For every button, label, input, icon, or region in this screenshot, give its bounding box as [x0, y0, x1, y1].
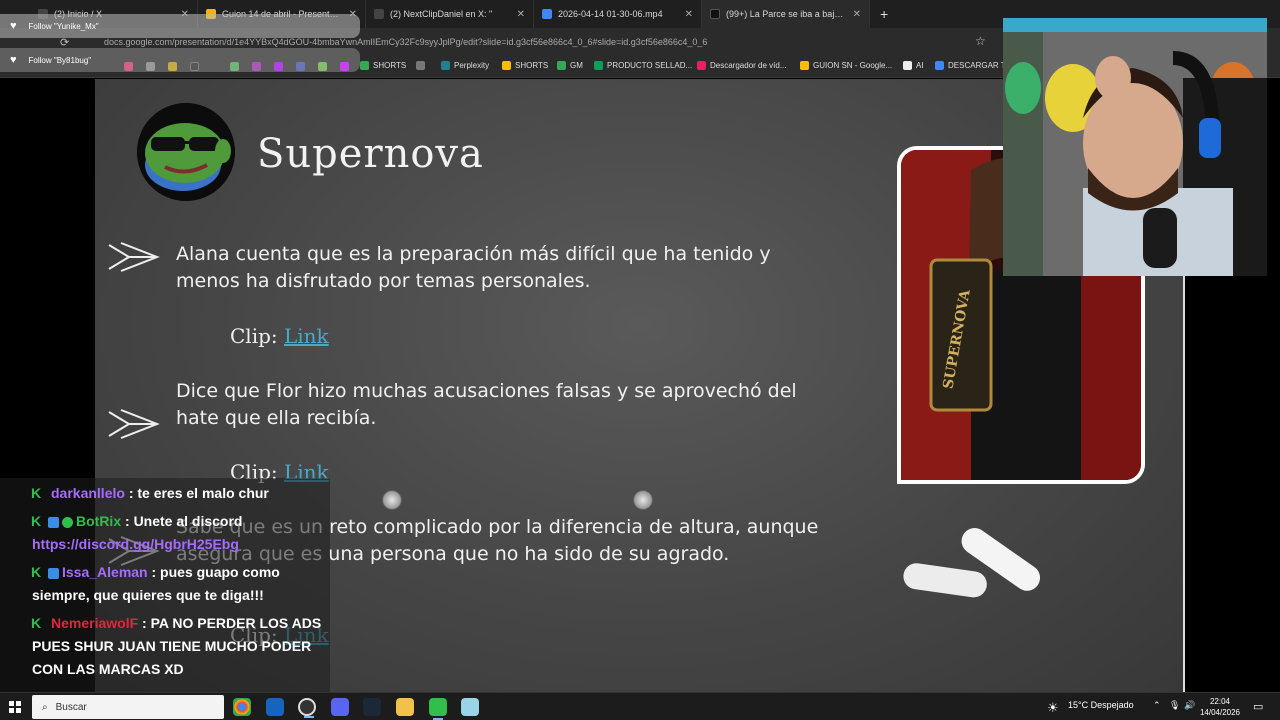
sheets-icon [594, 61, 603, 70]
chat-message: Kdarkanllelo : te eres el malo chur [31, 482, 332, 505]
chat-message: K BotRix : Unete al discord [31, 510, 332, 533]
bookmark-gm[interactable]: GM [557, 61, 583, 70]
kick-icon: K [31, 513, 42, 529]
folder-icon [416, 61, 425, 70]
bookmark-producto[interactable]: PRODUCTO SELLAD... [594, 61, 692, 70]
steam-icon[interactable] [363, 698, 381, 716]
bookmark-descargador[interactable]: Descargador de víd... [697, 61, 786, 70]
app-icon[interactable] [429, 698, 447, 720]
microphone-icon[interactable]: 🎙 [1169, 700, 1180, 711]
kick-icon: K [31, 485, 42, 501]
chat-username[interactable]: BotRix [76, 513, 121, 529]
follow-notification: ♥ Follow "Yunike_Mx" [0, 14, 360, 38]
discord-link[interactable]: https://discord.gg/HgbrH25Ebg [32, 533, 332, 556]
browser-tab[interactable]: 2026-04-14 01-30-06.mp4 ✕ [534, 0, 702, 28]
drive-icon [502, 61, 511, 70]
heart-icon: ♥ [10, 20, 17, 32]
mail-icon[interactable] [266, 698, 284, 716]
speaker-icon[interactable]: 🔊 [1184, 700, 1195, 711]
bot-badge-icon [48, 567, 59, 579]
weather-icon: ☀ [1047, 700, 1059, 715]
verified-badge-icon [62, 516, 73, 528]
chat-username[interactable]: darkanllelo [51, 485, 125, 501]
perplexity-icon [441, 61, 450, 70]
chalk-arrow-icon [108, 409, 160, 439]
folder-icon[interactable] [396, 698, 414, 716]
drive-favicon-icon [542, 9, 552, 19]
discord-icon[interactable] [331, 698, 349, 716]
bookmark-ai[interactable]: AI [903, 61, 924, 70]
drive-icon [800, 61, 809, 70]
chat-message: K Issa_Aleman : pues guapo como siempre, … [31, 561, 332, 607]
chat-message: K NemeriawolF : PA NO PERDER LOS ADS PUES… [31, 612, 332, 681]
chrome-icon[interactable] [233, 698, 251, 716]
obs-icon[interactable] [298, 698, 316, 718]
kick-icon: K [31, 615, 42, 631]
x-favicon-icon [374, 9, 384, 19]
chalk-arrow-icon [108, 242, 160, 272]
slide-bullet: Alana cuenta que es la preparación más d… [176, 243, 771, 292]
notification-icon[interactable]: ▭ [1253, 700, 1263, 713]
chat-username[interactable]: Issa_Aleman [62, 564, 148, 580]
stream-chat: Kdarkanllelo : te eres el malo chur K Bot… [0, 478, 330, 692]
chat-username[interactable]: NemeriawolF [51, 615, 138, 631]
bookmark-icon [697, 61, 706, 70]
clip-link[interactable]: Link [284, 324, 329, 348]
close-tab-icon[interactable]: ✕ [685, 9, 693, 20]
browser-tab-active[interactable]: (99+) La Parce se iba a bajar de ✕ [702, 0, 870, 28]
chevron-up-icon[interactable]: ⌃ [1153, 700, 1161, 711]
bookmark-shorts[interactable]: SHORTS [360, 61, 406, 70]
notepad-icon[interactable] [461, 698, 479, 716]
drive-icon [557, 61, 566, 70]
windows-taskbar: ⌕ Buscar ☀ 15°C Despejado ⌃ 🎙 🔊 22:04 14/0… [0, 692, 1280, 720]
url-field[interactable]: docs.google.com/presentation/d/1e4YYBxQ4… [104, 37, 707, 47]
windows-start-icon[interactable] [9, 701, 21, 713]
browser-tab[interactable]: (2) NextClipDaniel en X: " ✕ [366, 0, 534, 28]
bookmark-descargar-tv[interactable]: DESCARGAR TV [935, 61, 1011, 70]
bookmark-shorts-2[interactable]: SHORTS [502, 61, 548, 70]
webcam-feed [1003, 18, 1267, 276]
follow-notification: ♥ Follow "By81bug" [0, 48, 360, 72]
bot-badge-icon [48, 516, 59, 528]
taskbar-search[interactable]: ⌕ Buscar [32, 695, 224, 719]
chalk-smudge [382, 490, 402, 510]
tiktok-favicon-icon [710, 9, 720, 19]
bookmark-folder[interactable] [416, 61, 425, 70]
bookmark-perplexity[interactable]: Perplexity [441, 61, 489, 70]
bookmark-icon [935, 61, 944, 70]
close-tab-icon[interactable]: ✕ [853, 9, 861, 20]
taskbar-clock[interactable]: 22:04 14/04/2026 [1200, 696, 1240, 718]
clip-line: Clip: Link [230, 324, 329, 348]
bookmark-guion[interactable]: GUION SN - Google... [800, 61, 892, 70]
bookmark-star-icon[interactable]: ☆ [975, 34, 986, 48]
drive-icon [360, 61, 369, 70]
search-icon: ⌕ [42, 701, 48, 713]
heart-icon: ♥ [10, 54, 17, 66]
ai-icon [903, 61, 912, 70]
new-tab-button[interactable]: + [870, 6, 898, 22]
pepe-avatar [137, 103, 235, 201]
close-tab-icon[interactable]: ✕ [517, 9, 525, 20]
kick-icon: K [31, 564, 42, 580]
chalk-smudge [633, 490, 653, 510]
chalk-pieces-icon [903, 528, 1041, 598]
slide-bullet: Dice que Flor hizo muchas acusaciones fa… [176, 380, 797, 429]
weather-text[interactable]: 15°C Despejado [1068, 700, 1134, 710]
slide-title: Supernova [257, 131, 484, 177]
